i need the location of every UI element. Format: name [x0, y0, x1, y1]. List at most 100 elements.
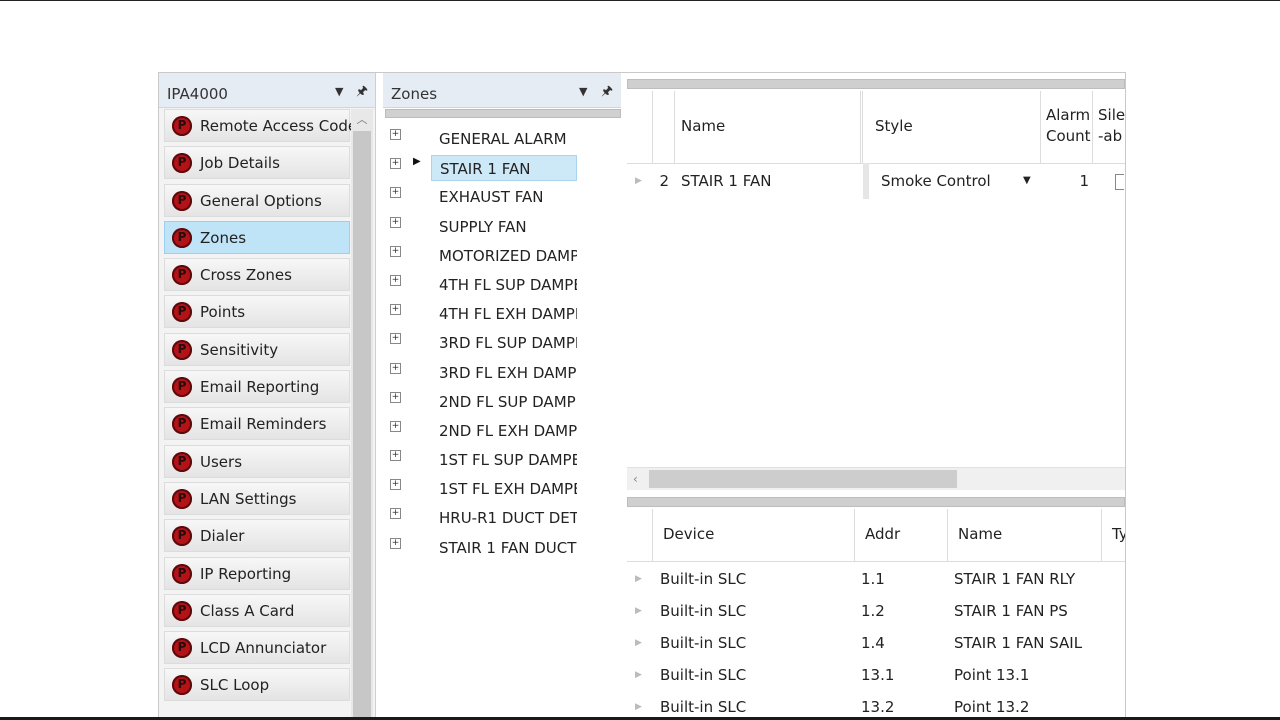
- tree-item-label[interactable]: SUPPLY FAN: [431, 214, 577, 240]
- sidebar-item-ip-reporting[interactable]: IP Reporting: [164, 556, 350, 590]
- top-splitter[interactable]: [627, 79, 1125, 89]
- expand-plus-icon[interactable]: +: [390, 274, 401, 286]
- expand-plus-icon[interactable]: +: [390, 245, 401, 257]
- row-indicator-icon: ▶: [635, 638, 642, 648]
- expand-plus-icon[interactable]: +: [390, 333, 401, 345]
- dropdown-arrow-icon[interactable]: ▼: [1023, 163, 1031, 199]
- row-silence-checkbox[interactable]: [1115, 163, 1124, 199]
- table-row[interactable]: ▶ Built-in SLC 1.4 STAIR 1 FAN SAIL: [627, 627, 1125, 659]
- sidebar-item-lan-settings[interactable]: LAN Settings: [164, 481, 350, 515]
- tree-item[interactable]: + ▶ STAIR 1 FAN: [383, 150, 619, 182]
- current-row-arrow-icon: ▶: [413, 156, 421, 168]
- nav-scrollbar[interactable]: ︿: [351, 109, 373, 719]
- table-row[interactable]: ▶ Built-in SLC 13.2 Point 13.2: [627, 691, 1125, 719]
- header-type-label: Ty: [1112, 525, 1125, 543]
- sidebar-item-class-a-card[interactable]: Class A Card: [164, 593, 350, 627]
- sidebar-item-email-reminders[interactable]: Email Reminders: [164, 407, 350, 441]
- expand-plus-icon[interactable]: +: [390, 158, 401, 170]
- header-style[interactable]: Style: [867, 91, 1041, 163]
- row-alarm-count[interactable]: 1: [1041, 163, 1089, 199]
- header-silence-label-1: Sile: [1098, 106, 1126, 124]
- zone-grid-hscrollbar[interactable]: ‹: [627, 467, 1125, 490]
- expand-plus-icon[interactable]: +: [390, 420, 401, 432]
- hscroll-thumb[interactable]: [649, 470, 957, 488]
- dropdown-arrow-icon[interactable]: ▼: [579, 85, 587, 98]
- tree-item-label[interactable]: 1ST FL SUP DAMPER: [431, 447, 577, 473]
- scroll-up-icon[interactable]: ︿: [351, 109, 373, 131]
- tree-item-label[interactable]: 3RD FL EXH DAMPER: [431, 360, 577, 386]
- zones-panel: Zones ▼ 🖈 + GENERAL ALARM + ▶ STAIR 1 FAN + EX…: [383, 73, 621, 719]
- sidebar-item-cross-zones[interactable]: Cross Zones: [164, 258, 350, 292]
- header-name[interactable]: Name: [675, 91, 863, 163]
- scroll-left-icon[interactable]: ‹: [633, 468, 638, 490]
- expand-plus-icon[interactable]: +: [390, 537, 401, 549]
- tree-item[interactable]: + HRU-R1 DUCT DET: [383, 500, 619, 529]
- tree-item[interactable]: +2ND FL SUP DAMPER: [383, 384, 619, 413]
- table-row[interactable]: ▶ Built-in SLC 1.1 STAIR 1 FAN RLY: [627, 563, 1125, 595]
- tree-item-label[interactable]: 1ST FL EXH DAMPER: [431, 476, 577, 502]
- sidebar-item-general-options[interactable]: General Options: [164, 183, 350, 217]
- tree-item[interactable]: + SUPPLY FAN: [383, 209, 619, 238]
- device-cell: Built-in SLC: [660, 570, 747, 588]
- tree-item[interactable]: +4TH FL SUP DAMPER: [383, 267, 619, 296]
- sidebar-item-slc-loop[interactable]: SLC Loop: [164, 668, 350, 702]
- expand-plus-icon[interactable]: +: [390, 187, 401, 199]
- tree-item[interactable]: +1ST FL SUP DAMPER: [383, 442, 619, 471]
- sidebar-item-job-details[interactable]: Job Details: [164, 146, 350, 180]
- header-device[interactable]: Device: [653, 509, 855, 561]
- expand-plus-icon[interactable]: +: [390, 216, 401, 228]
- header-type[interactable]: Ty: [1102, 509, 1125, 561]
- expand-plus-icon[interactable]: +: [390, 362, 401, 374]
- tree-item-label[interactable]: STAIR 1 FAN DUCT: [431, 535, 577, 561]
- tree-item-label[interactable]: GENERAL ALARM: [431, 126, 577, 152]
- row-name[interactable]: STAIR 1 FAN: [681, 163, 861, 199]
- tree-item[interactable]: + GENERAL ALARM: [383, 121, 619, 150]
- tree-item[interactable]: + EXHAUST FAN: [383, 179, 619, 208]
- expand-plus-icon[interactable]: +: [390, 450, 401, 462]
- row-indicator-icon: ▶: [635, 606, 642, 616]
- tree-item-label[interactable]: MOTORIZED DAMPER: [431, 243, 577, 269]
- middle-splitter[interactable]: [627, 497, 1125, 507]
- tree-item-label[interactable]: 2ND FL EXH DAMPER: [431, 418, 577, 444]
- expand-plus-icon[interactable]: +: [390, 508, 401, 520]
- expand-plus-icon[interactable]: +: [390, 479, 401, 491]
- tree-item-label[interactable]: 3RD FL SUP DAMPER: [431, 330, 577, 356]
- tree-item-label[interactable]: STAIR 1 FAN: [431, 155, 577, 182]
- sidebar-item-points[interactable]: Points: [164, 295, 350, 329]
- tree-item[interactable]: +1ST FL EXH DAMPER: [383, 471, 619, 500]
- tree-item-label[interactable]: HRU-R1 DUCT DET: [431, 505, 577, 531]
- tree-item[interactable]: + MOTORIZED DAMPER: [383, 238, 619, 267]
- sidebar-item-email-reporting[interactable]: Email Reporting: [164, 370, 350, 404]
- pin-icon[interactable]: 🖈: [601, 82, 613, 104]
- sidebar-item-zones[interactable]: Zones: [164, 220, 350, 254]
- header-silence[interactable]: Sile -ab: [1093, 91, 1126, 163]
- zone-grid-row[interactable]: ▶ 2 STAIR 1 FAN Smoke Control ▼ 1: [627, 163, 1125, 199]
- sidebar-item-sensitivity[interactable]: Sensitivity: [164, 332, 350, 366]
- nav-scroll-thumb[interactable]: [353, 131, 371, 719]
- sidebar-item-remote-access-code[interactable]: Remote Access Code: [164, 109, 357, 142]
- row-style-select[interactable]: Smoke Control ▼: [873, 163, 1037, 199]
- expand-plus-icon[interactable]: +: [390, 391, 401, 403]
- tree-item[interactable]: +3RD FL SUP DAMPER: [383, 325, 619, 354]
- header-device-name[interactable]: Name: [948, 509, 1102, 561]
- tree-item-label[interactable]: 2ND FL SUP DAMPER: [431, 389, 577, 415]
- header-alarm-count[interactable]: Alarm Count: [1041, 91, 1093, 163]
- sidebar-item-dialer[interactable]: Dialer: [164, 519, 350, 553]
- header-addr[interactable]: Addr: [855, 509, 948, 561]
- tree-item[interactable]: + STAIR 1 FAN DUCT: [383, 530, 619, 559]
- tree-item[interactable]: +4TH FL EXH DAMPER: [383, 296, 619, 325]
- expand-plus-icon[interactable]: +: [390, 304, 401, 316]
- tree-item[interactable]: +2ND FL EXH DAMPER: [383, 413, 619, 442]
- tree-item-label[interactable]: 4TH FL EXH DAMPER: [431, 301, 577, 327]
- pin-icon[interactable]: 🖈: [356, 82, 368, 104]
- tree-item-label[interactable]: 4TH FL SUP DAMPER: [431, 272, 577, 298]
- expand-plus-icon[interactable]: +: [390, 129, 401, 140]
- tree-item-label[interactable]: EXHAUST FAN: [431, 184, 577, 210]
- sidebar-item-lcd-annunciator[interactable]: LCD Annunciator: [164, 631, 350, 665]
- dropdown-arrow-icon[interactable]: ▼: [335, 85, 343, 98]
- table-row[interactable]: ▶ Built-in SLC 13.1 Point 13.1: [627, 659, 1125, 691]
- table-row[interactable]: ▶ Built-in SLC 1.2 STAIR 1 FAN PS: [627, 595, 1125, 627]
- tree-item[interactable]: +3RD FL EXH DAMPER: [383, 355, 619, 384]
- device-cell: Built-in SLC: [660, 666, 747, 684]
- sidebar-item-users[interactable]: Users: [164, 444, 350, 478]
